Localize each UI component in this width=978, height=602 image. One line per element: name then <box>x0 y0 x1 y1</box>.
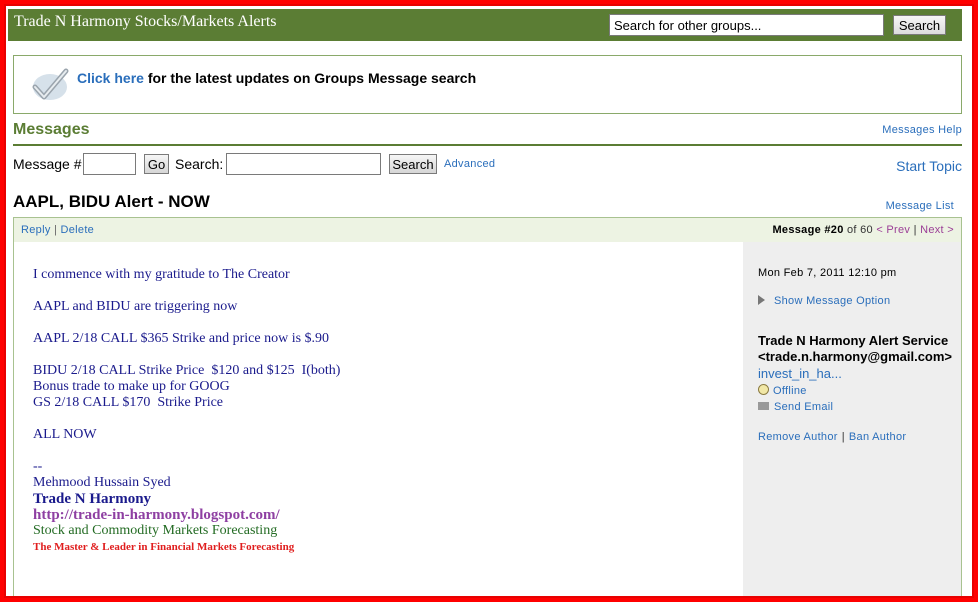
delete-link[interactable]: Delete <box>61 224 95 236</box>
messages-title: Messages <box>13 121 90 138</box>
announcement-text: Click here for the latest updates on Gro… <box>77 70 476 86</box>
show-message-option[interactable]: Show Message Option <box>758 295 890 307</box>
body-line <box>33 347 340 363</box>
prev-link[interactable]: < Prev <box>876 224 910 236</box>
status-label: Offline <box>773 385 807 397</box>
message-date: Mon Feb 7, 2011 12:10 pm <box>758 267 897 279</box>
message-actions: Reply | Delete <box>21 224 94 236</box>
group-header-bar: Trade N Harmony Stocks/Markets Alerts Se… <box>8 9 962 41</box>
message-list-link[interactable]: Message List <box>886 200 954 212</box>
signature-motto: The Master & Leader in Financial Markets… <box>33 541 295 553</box>
message-search-row: Message # Go Search: Search Advanced Sta… <box>13 153 962 175</box>
message-total: of 60 <box>843 224 877 236</box>
remove-author-link[interactable]: Remove Author <box>758 431 838 443</box>
body-line <box>33 283 340 299</box>
body-line: -- <box>33 459 43 474</box>
message-pager: Message #20 of 60 < Prev | Next > <box>772 224 954 236</box>
body-line <box>33 411 340 427</box>
expand-triangle-icon <box>758 295 765 305</box>
body-line: BIDU 2/18 CALL Strike Price $120 and $12… <box>33 363 341 378</box>
message-body: I commence with my gratitude to The Crea… <box>14 242 743 602</box>
body-line: AAPL and BIDU are triggering now <box>33 299 238 314</box>
message-sidebar: Mon Feb 7, 2011 12:10 pm Show Message Op… <box>743 242 961 602</box>
show-message-option-label: Show Message Option <box>774 295 891 307</box>
next-link[interactable]: Next > <box>920 224 954 236</box>
body-line: I commence with my gratitude to The Crea… <box>33 267 290 282</box>
body-line <box>33 315 340 331</box>
messages-help-link[interactable]: Messages Help <box>882 124 962 136</box>
group-title: Trade N Harmony Stocks/Markets Alerts <box>14 13 277 30</box>
author-status: Offline <box>758 384 807 397</box>
message-search-button[interactable]: Search <box>389 154 437 174</box>
announcement-box: Click here for the latest updates on Gro… <box>13 55 962 114</box>
body-line: Mehmood Hussain Syed <box>33 475 171 490</box>
moderation-separator: | <box>841 431 845 443</box>
author-email: <trade.n.harmony@gmail.com> <box>758 349 953 364</box>
start-topic-link[interactable]: Start Topic <box>896 158 962 174</box>
go-button[interactable]: Go <box>144 154 169 174</box>
ban-author-link[interactable]: Ban Author <box>849 431 906 443</box>
group-search-button[interactable]: Search <box>893 15 946 35</box>
body-line: Bonus trade to make up for GOOG <box>33 379 230 394</box>
topic-title: AAPL, BIDU Alert - NOW <box>13 192 210 211</box>
checkmark-icon <box>32 68 69 100</box>
search-label: Search: <box>175 156 224 172</box>
pager-separator: | <box>910 224 921 236</box>
body-line: GS 2/18 CALL $170 Strike Price <box>33 395 224 410</box>
body-line: ALL NOW <box>33 427 97 442</box>
signature-url-link[interactable]: http://trade-in-harmony.blogspot.com/ <box>33 507 340 523</box>
author-yahoo-id-link[interactable]: invest_in_ha... <box>758 366 842 381</box>
group-search-input[interactable] <box>609 14 884 36</box>
message-text: I commence with my gratitude to The Crea… <box>33 267 340 555</box>
author-name: Trade N Harmony Alert Service <box>758 333 949 348</box>
envelope-icon <box>758 402 769 410</box>
send-email-link[interactable]: Send Email <box>758 401 833 413</box>
offline-status-icon <box>758 384 769 395</box>
announcement-message: for the latest updates on Groups Message… <box>143 70 477 86</box>
moderation-links: Remove Author | Ban Author <box>758 431 906 443</box>
message-number-label: Message # <box>13 156 82 172</box>
messages-divider <box>13 144 962 146</box>
body-line <box>33 443 340 459</box>
advanced-search-link[interactable]: Advanced <box>444 158 495 170</box>
message-search-input[interactable] <box>226 153 381 175</box>
signature-name: Trade N Harmony <box>33 491 152 507</box>
author-info: Trade N Harmony Alert Service <trade.n.h… <box>758 333 952 365</box>
send-email-label: Send Email <box>774 401 834 413</box>
message-number: Message #20 <box>772 224 844 236</box>
message-toolbar: Reply | Delete Message #20 of 60 < Prev … <box>14 218 961 242</box>
message-number-input[interactable] <box>83 153 136 175</box>
click-here-link[interactable]: Click here <box>77 70 144 86</box>
body-line: AAPL 2/18 CALL $365 Strike and price now… <box>33 331 330 346</box>
signature-tagline: Stock and Commodity Markets Forecasting <box>33 523 278 538</box>
reply-link[interactable]: Reply <box>21 224 51 236</box>
message-panel: Reply | Delete Message #20 of 60 < Prev … <box>13 217 962 602</box>
